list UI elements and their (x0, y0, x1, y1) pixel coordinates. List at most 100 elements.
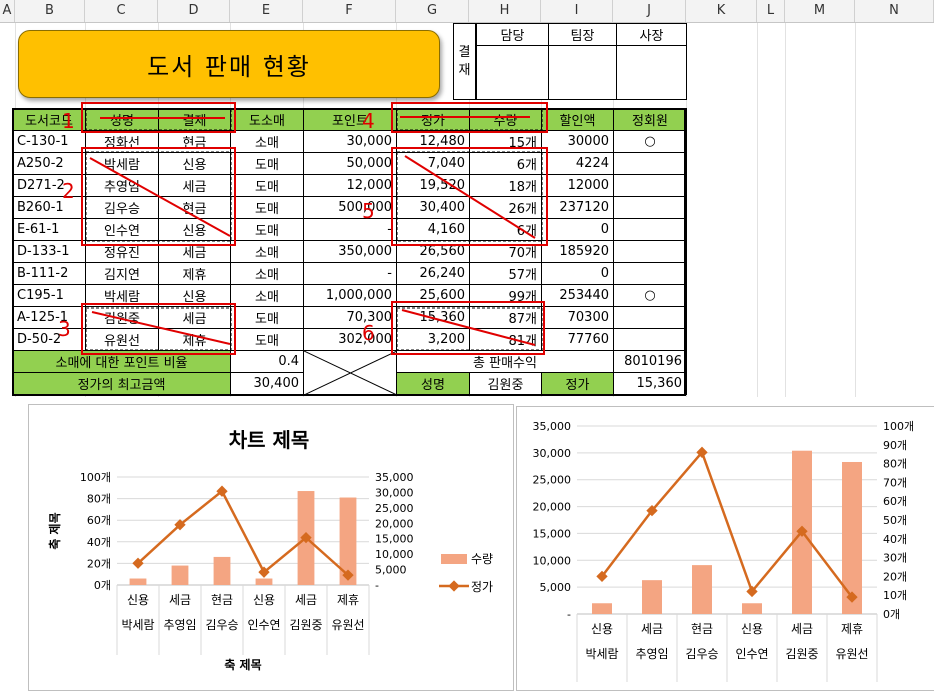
table-cell-r9-c4[interactable]: 302,000 (303, 328, 397, 351)
table-cell-r2-c8[interactable] (613, 174, 687, 197)
table-cell-r2-c6[interactable]: 18개 (469, 174, 542, 197)
table-header-7[interactable]: 할인액 (541, 108, 614, 131)
c2-line[interactable] (601, 449, 853, 598)
table-cell-r0-c8[interactable]: ○ (613, 130, 687, 153)
c2-bar-1[interactable] (642, 580, 662, 614)
price-value[interactable]: 15,360 (613, 372, 687, 395)
c2-bar-2[interactable] (692, 565, 712, 614)
column-header-B[interactable]: B (15, 0, 85, 22)
table-cell-r2-c3[interactable]: 도매 (230, 174, 304, 197)
c2-bar-0[interactable] (592, 603, 612, 614)
table-cell-r3-c0[interactable]: B260-1 (12, 196, 86, 219)
table-cell-r3-c1[interactable]: 김우승 (85, 196, 159, 219)
table-cell-r2-c7[interactable]: 12000 (541, 174, 614, 197)
column-header-K[interactable]: K (686, 0, 757, 22)
table-cell-r5-c3[interactable]: 소매 (230, 240, 304, 263)
table-cell-r2-c5[interactable]: 19,520 (396, 174, 470, 197)
ratio-value[interactable]: 0.4 (230, 350, 304, 373)
table-header-6[interactable]: 수량 (469, 108, 542, 131)
table-header-0[interactable]: 도서코드 (12, 108, 86, 131)
approval-head-2[interactable]: 사장 (616, 23, 687, 46)
table-cell-r3-c7[interactable]: 237120 (541, 196, 614, 219)
table-cell-r6-c3[interactable]: 소매 (230, 262, 304, 285)
table-cell-r1-c6[interactable]: 6개 (469, 152, 542, 175)
table-cell-r1-c4[interactable]: 50,000 (303, 152, 397, 175)
table-cell-r2-c4[interactable]: 12,000 (303, 174, 397, 197)
table-cell-r7-c3[interactable]: 소매 (230, 284, 304, 307)
table-cell-r7-c4[interactable]: 1,000,000 (303, 284, 397, 307)
table-cell-r2-c0[interactable]: D271-2 (12, 174, 86, 197)
table-cell-r4-c3[interactable]: 도매 (230, 218, 304, 241)
total-label[interactable]: 총 판매수익 (396, 350, 614, 373)
table-cell-r5-c1[interactable]: 정유진 (85, 240, 159, 263)
table-cell-r3-c5[interactable]: 30,400 (396, 196, 470, 219)
table-cell-r4-c6[interactable]: 6개 (469, 218, 542, 241)
table-cell-r1-c8[interactable] (613, 152, 687, 175)
table-cell-r6-c7[interactable]: 0 (541, 262, 614, 285)
table-cell-r0-c6[interactable]: 15개 (469, 130, 542, 153)
column-header-H[interactable]: H (469, 0, 541, 22)
table-cell-r2-c1[interactable]: 추영임 (85, 174, 159, 197)
table-cell-r5-c4[interactable]: 350,000 (303, 240, 397, 263)
approval-label[interactable]: 결 재 (453, 23, 476, 100)
table-cell-r7-c6[interactable]: 99개 (469, 284, 542, 307)
c2-bar-3[interactable] (742, 603, 762, 614)
table-cell-r8-c5[interactable]: 15,360 (396, 306, 470, 329)
table-cell-r4-c5[interactable]: 4,160 (396, 218, 470, 241)
table-cell-r1-c5[interactable]: 7,040 (396, 152, 470, 175)
table-cell-r6-c6[interactable]: 57개 (469, 262, 542, 285)
max-label[interactable]: 정가의 최고금액 (12, 372, 231, 395)
table-header-1[interactable]: 성명 (85, 108, 159, 131)
table-cell-r9-c6[interactable]: 81개 (469, 328, 542, 351)
table-cell-r9-c5[interactable]: 3,200 (396, 328, 470, 351)
table-cell-r1-c2[interactable]: 신용 (158, 152, 231, 175)
c2-bar-5[interactable] (842, 461, 862, 614)
column-header-L[interactable]: L (757, 0, 785, 22)
table-cell-r8-c8[interactable] (613, 306, 687, 329)
table-cell-r7-c5[interactable]: 25,600 (396, 284, 470, 307)
column-header-M[interactable]: M (785, 0, 855, 22)
table-cell-r0-c5[interactable]: 12,480 (396, 130, 470, 153)
ratio-label[interactable]: 소매에 대한 포인트 비율 (12, 350, 231, 373)
column-header-F[interactable]: F (303, 0, 396, 22)
c1-bar-3[interactable] (255, 578, 273, 585)
table-cell-r4-c7[interactable]: 0 (541, 218, 614, 241)
table-cell-r9-c3[interactable]: 도매 (230, 328, 304, 351)
chart-1[interactable]: 차트 제목 0개 20개 40개 60개 80개 100개 - 5,000 10,000 15,00… (28, 404, 514, 691)
table-cell-r7-c2[interactable]: 신용 (158, 284, 231, 307)
table-cell-r4-c2[interactable]: 신용 (158, 218, 231, 241)
table-cell-r8-c4[interactable]: 70,300 (303, 306, 397, 329)
table-cell-r5-c7[interactable]: 185920 (541, 240, 614, 263)
column-header-J[interactable]: J (613, 0, 686, 22)
table-cell-r7-c0[interactable]: C195-1 (12, 284, 86, 307)
c1-line[interactable] (137, 489, 349, 577)
table-cell-r0-c0[interactable]: C-130-1 (12, 130, 86, 153)
approval-sign-2[interactable] (616, 45, 687, 100)
table-cell-r5-c5[interactable]: 26,560 (396, 240, 470, 263)
c1-bar-2[interactable] (213, 556, 231, 585)
approval-head-1[interactable]: 팀장 (548, 23, 617, 46)
max-value[interactable]: 30,400 (230, 372, 304, 395)
name-value[interactable]: 김원중 (469, 372, 542, 395)
table-header-5[interactable]: 정가 (396, 108, 470, 131)
table-cell-r9-c2[interactable]: 제휴 (158, 328, 231, 351)
price-label[interactable]: 정가 (541, 372, 614, 395)
table-cell-r8-c0[interactable]: A-125-1 (12, 306, 86, 329)
c1-bar-0[interactable] (129, 578, 147, 585)
table-cell-r5-c8[interactable] (613, 240, 687, 263)
table-header-3[interactable]: 도소매 (230, 108, 304, 131)
name-label[interactable]: 성명 (396, 372, 470, 395)
table-cell-r6-c8[interactable] (613, 262, 687, 285)
table-header-4[interactable]: 포인트 (303, 108, 397, 131)
table-cell-r3-c6[interactable]: 26개 (469, 196, 542, 219)
table-header-8[interactable]: 정회원 (613, 108, 687, 131)
table-cell-r4-c4[interactable]: - (303, 218, 397, 241)
table-cell-r6-c2[interactable]: 제휴 (158, 262, 231, 285)
table-cell-r9-c8[interactable] (613, 328, 687, 351)
table-cell-r0-c4[interactable]: 30,000 (303, 130, 397, 153)
table-cell-r6-c0[interactable]: B-111-2 (12, 262, 86, 285)
table-cell-r8-c1[interactable]: 김원중 (85, 306, 159, 329)
total-value[interactable]: 8010196 (613, 350, 687, 373)
table-cell-r1-c0[interactable]: A250-2 (12, 152, 86, 175)
table-cell-r6-c1[interactable]: 김지연 (85, 262, 159, 285)
